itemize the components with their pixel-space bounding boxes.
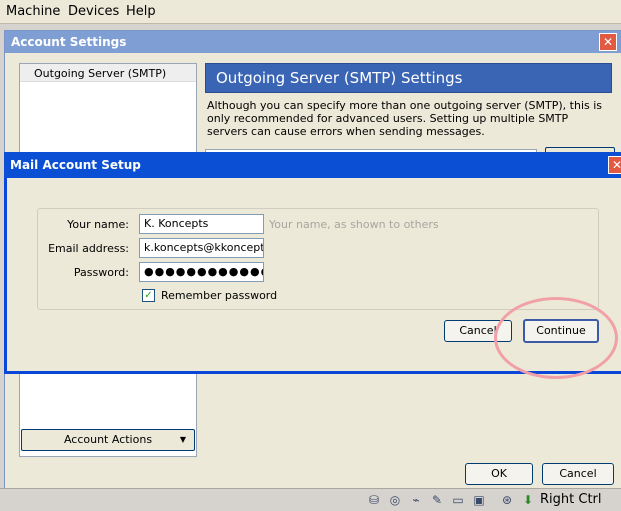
account-actions-label: Account Actions	[63, 433, 153, 446]
usb-icon[interactable]: ⌁	[408, 492, 424, 508]
account-actions-button[interactable]: Account Actions ▼	[21, 429, 195, 451]
host-key-label: Right Ctrl	[540, 492, 602, 507]
smtp-settings-header: Outgoing Server (SMTP) Settings	[205, 63, 612, 93]
close-icon[interactable]: ✕	[599, 33, 617, 51]
display-icon[interactable]: ▣	[471, 492, 487, 508]
name-hint: Your name, as shown to others	[269, 218, 439, 231]
pencil-icon[interactable]: ✎	[429, 492, 445, 508]
account-tree-item-smtp[interactable]: Outgoing Server (SMTP)	[20, 64, 196, 82]
account-settings-titlebar: Account Settings ✕	[5, 31, 621, 53]
remember-password-checkbox[interactable]: ✓	[142, 289, 155, 302]
remember-password-label[interactable]: Remember password	[161, 289, 277, 302]
guest-screen: Account Settings ✕ Outgoing Server (SMTP…	[0, 24, 621, 492]
cancel-button[interactable]: Cancel	[542, 463, 614, 485]
network-icon[interactable]: ⊛	[499, 492, 515, 508]
cancel-button[interactable]: Cancel	[444, 320, 512, 342]
cd-icon[interactable]: ◎	[387, 492, 403, 508]
menu-devices[interactable]: Devices	[68, 4, 119, 19]
window-title: Account Settings	[11, 35, 127, 49]
mail-account-setup-dialog: Mail Account Setup ✕ Your name: K. Konce…	[4, 152, 621, 374]
section-title: Outgoing Server (SMTP) Settings	[216, 69, 463, 87]
continue-button[interactable]: Continue	[523, 319, 599, 343]
smtp-description: Although you can specify more than one o…	[207, 99, 603, 138]
dialog-title: Mail Account Setup	[10, 158, 141, 172]
close-icon[interactable]: ✕	[608, 156, 621, 174]
dropdown-arrow-icon: ▼	[179, 435, 186, 444]
menu-machine[interactable]: Machine	[6, 4, 60, 19]
dialog-titlebar: Mail Account Setup ✕	[4, 152, 621, 178]
name-label: Your name:	[67, 218, 129, 231]
email-field[interactable]: k.koncepts@kkoncepts.n	[139, 238, 264, 258]
vbox-menubar: Machine Devices Help	[0, 0, 621, 24]
password-label: Password:	[73, 266, 129, 279]
mouse-integration-icon[interactable]: ⬇	[520, 492, 536, 508]
password-field[interactable]: ●●●●●●●●●●●●	[139, 262, 264, 282]
email-label: Email address:	[48, 242, 129, 255]
account-tree-item-label: Outgoing Server (SMTP)	[34, 67, 167, 80]
ok-button[interactable]: OK	[465, 463, 533, 485]
folder-icon[interactable]: ▭	[450, 492, 466, 508]
vbox-statusbar: ⛁ ◎ ⌁ ✎ ▭ ▣ ⊛ ⬇ Right Ctrl	[0, 488, 621, 511]
menu-help[interactable]: Help	[126, 4, 156, 19]
name-field[interactable]: K. Koncepts	[139, 214, 264, 234]
hard-disk-icon[interactable]: ⛁	[366, 492, 382, 508]
